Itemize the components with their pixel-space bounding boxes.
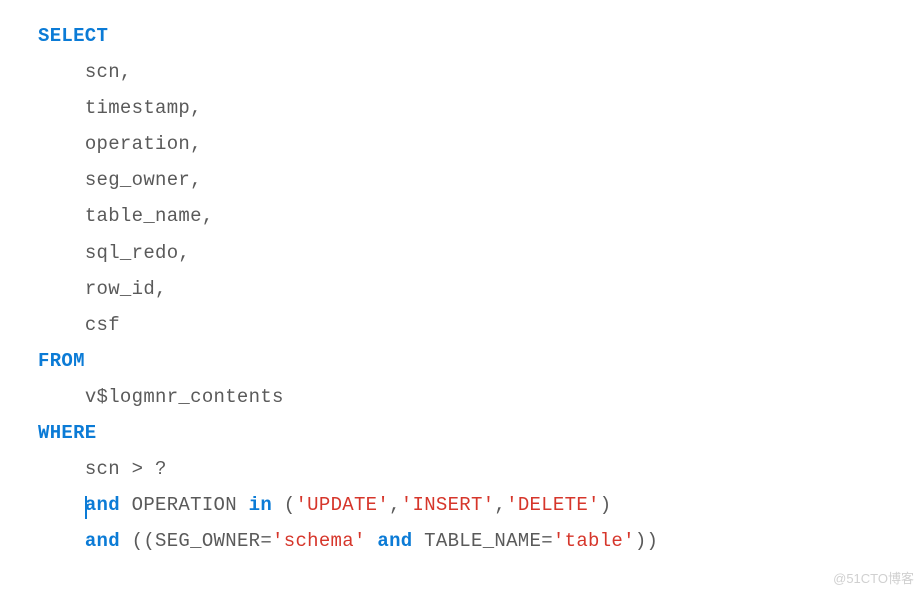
string-update: 'UPDATE': [295, 494, 389, 516]
condition-scn: scn > ?: [85, 458, 167, 480]
column-table-name: table_name,: [85, 205, 214, 227]
string-schema: 'schema': [272, 530, 366, 552]
watermark-text: @51CTO博客: [833, 567, 914, 592]
column-operation: operation,: [85, 133, 202, 155]
column-row-id: row_id,: [85, 278, 167, 300]
string-insert: 'INSERT': [401, 494, 495, 516]
rparen-2: )): [635, 530, 658, 552]
rparen-1: ): [600, 494, 612, 516]
in-keyword: in: [249, 494, 272, 516]
text-cursor: [85, 496, 87, 519]
column-seg-owner: seg_owner,: [85, 169, 202, 191]
and-keyword-1: and: [85, 494, 120, 516]
select-keyword: SELECT: [38, 25, 108, 47]
sql-code-block: SELECT scn, timestamp, operation, seg_ow…: [38, 18, 886, 559]
where-keyword: WHERE: [38, 422, 97, 444]
and-keyword-2: and: [85, 530, 120, 552]
space-1: [366, 530, 378, 552]
and-keyword-3: and: [377, 530, 412, 552]
table-name-part: TABLE_NAME=: [412, 530, 552, 552]
comma-1: ,: [389, 494, 401, 516]
column-timestamp: timestamp,: [85, 97, 202, 119]
seg-owner-part: ((SEG_OWNER=: [120, 530, 272, 552]
column-csf: csf: [85, 314, 120, 336]
lparen-1: (: [272, 494, 295, 516]
comma-2: ,: [494, 494, 506, 516]
from-keyword: FROM: [38, 350, 85, 372]
column-scn: scn,: [85, 61, 132, 83]
string-delete: 'DELETE': [506, 494, 600, 516]
table-name: v$logmnr_contents: [85, 386, 284, 408]
column-sql-redo: sql_redo,: [85, 242, 190, 264]
string-table: 'table': [553, 530, 635, 552]
operation-field: OPERATION: [120, 494, 249, 516]
